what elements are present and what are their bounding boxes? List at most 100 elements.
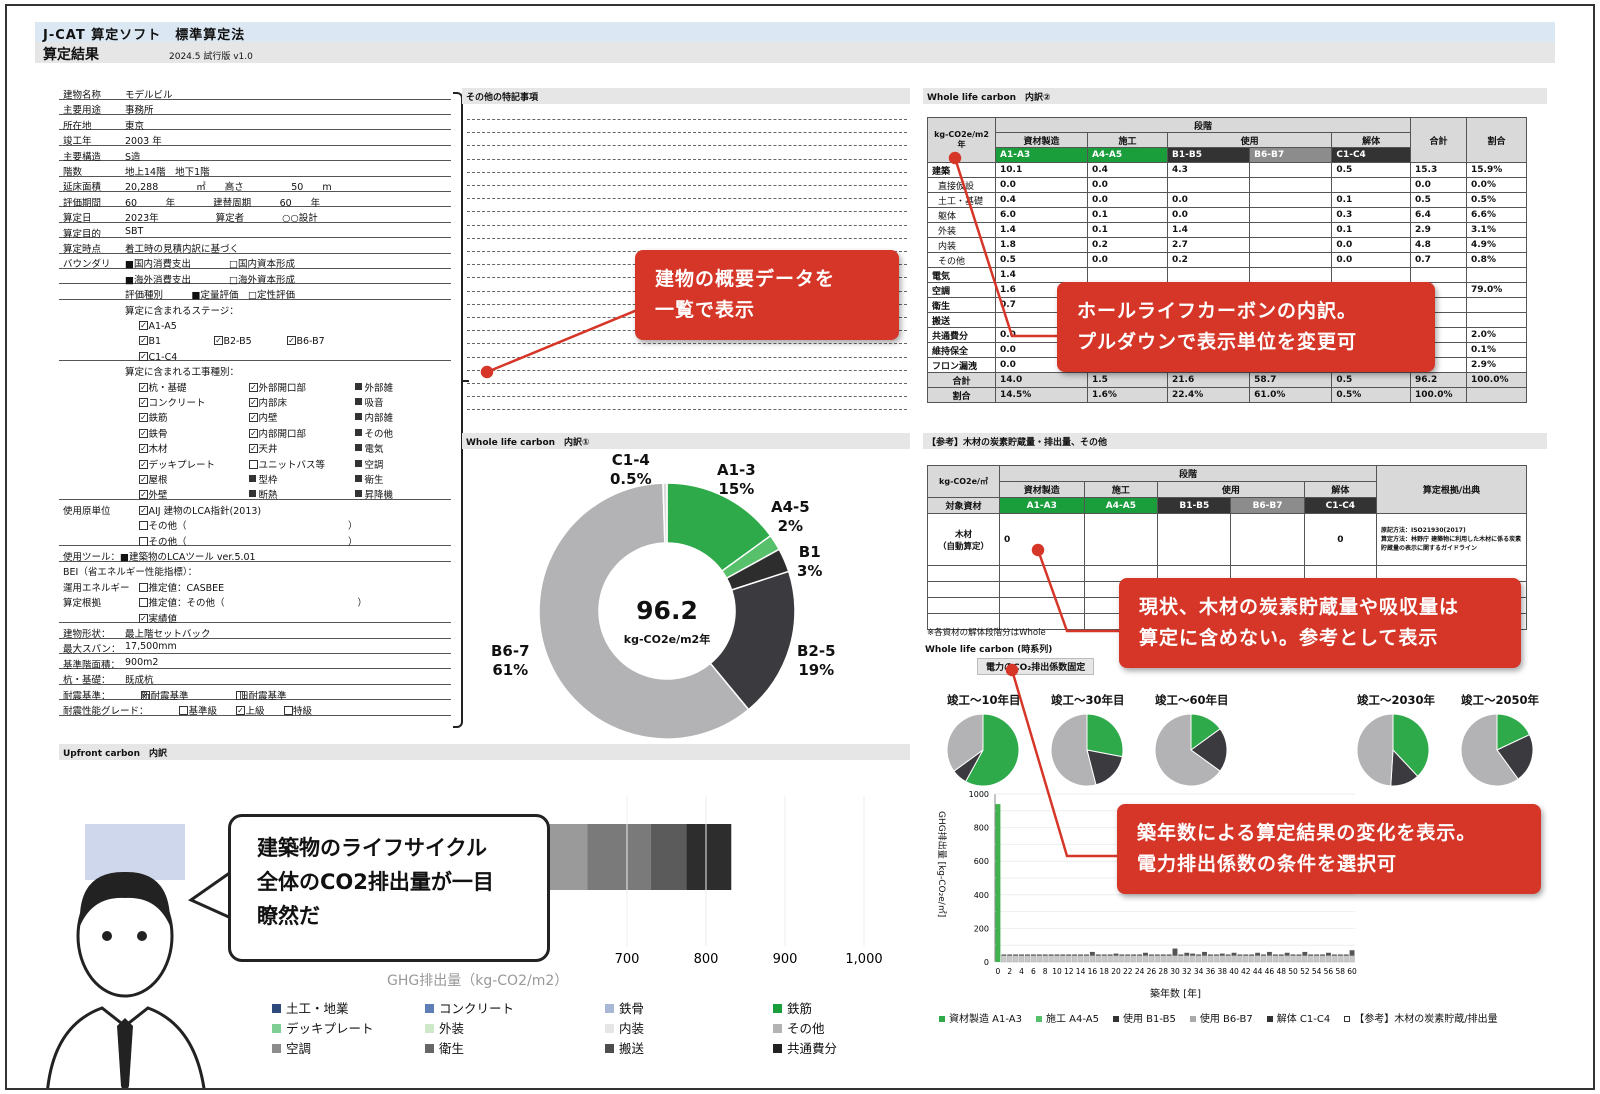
callout-timeseries-text: 築年数による算定結果の変化を表示。 電力排出係数の条件を選択可	[1137, 822, 1477, 875]
period-pie	[1460, 713, 1534, 787]
ts-bar-top	[1089, 951, 1095, 956]
note-line	[467, 132, 907, 134]
upfront-legend-item: 空調	[272, 1038, 311, 1057]
ts-bar	[1148, 955, 1154, 963]
info-row: 延床面積 20,288 ㎡ 高さ 50 m	[59, 176, 451, 193]
ts-bar-top	[1137, 954, 1143, 956]
table-cell	[1466, 267, 1527, 283]
ts-bar	[1284, 955, 1290, 963]
table-row: 木材 （自動算定） 0 0 原記方法：ISO21930(2017) 算定方法：林野庁 建築…	[927, 513, 1527, 566]
ts-bar	[1154, 955, 1160, 963]
upfront-legend-item: その他	[773, 1018, 825, 1037]
ref-header: 【参考】木材の炭素貯蔵量・排出量、その他	[923, 433, 1547, 449]
ts-bar	[1107, 955, 1113, 963]
table-cell: 0.4	[1086, 162, 1169, 178]
ts-xtick: 50	[1288, 967, 1298, 976]
ts-bar-top	[1036, 954, 1042, 956]
grade-check[interactable]: 基準級 ✓ 上級 特級	[179, 703, 312, 717]
ts-ylabel: GHG排出量 [kg-CO₂e/㎡]	[936, 811, 946, 918]
ts-bar-top	[1172, 948, 1178, 956]
table-cell: 0.3	[1331, 207, 1411, 223]
ts-bar	[1190, 955, 1196, 963]
table-cell: 0	[999, 513, 1085, 566]
ts-bar	[1113, 955, 1119, 963]
table-cell	[1249, 192, 1333, 208]
ts-bar	[1290, 955, 1296, 963]
table-cell: 0.0	[1086, 192, 1169, 208]
note-line	[467, 171, 907, 173]
ts-bar	[1072, 955, 1078, 963]
table-cell: 58.7	[1249, 372, 1333, 388]
info-row: 耐震性能グレード： 基準級 ✓ 上級 特級	[59, 700, 451, 717]
table-cell: 原記方法：ISO21930(2017) 算定方法：林野庁 建築物に利用した木材に係…	[1376, 513, 1527, 566]
table-cell	[1249, 177, 1333, 193]
note-line	[467, 198, 907, 200]
ts-xtick: 4	[1019, 967, 1024, 976]
table-cell: 0.0	[1410, 177, 1467, 193]
version-label: 2024.5 試行版 v1.0	[169, 52, 253, 62]
table-row: kg-CO2e/㎡ 段階 算定根拠/出典	[927, 465, 1527, 514]
info-row: ✓ 木材 ✓ 天井 電気	[59, 438, 451, 455]
ts-xlabel: 築年数 [年]	[1150, 989, 1201, 1000]
ts-bar	[1054, 955, 1060, 963]
table-cell: 0.0	[1086, 177, 1169, 193]
callout-wood: 現状、木材の炭素貯蔵量や吸収量は 算定に含めない。参考として表示	[1119, 578, 1521, 668]
ts-xtick: 0	[996, 967, 1001, 976]
ts-bar	[1331, 955, 1337, 963]
ts-bar	[1089, 955, 1095, 963]
table-cell: C1-C4	[1303, 497, 1378, 514]
ts-bar	[1178, 955, 1184, 963]
donut-label-b1: B1 3%	[797, 543, 823, 580]
ts-bar-top	[1190, 953, 1196, 956]
app-title: J-CAT 算定ソフト 標準算定法	[35, 22, 1555, 43]
table-cell: 2.9%	[1466, 357, 1527, 373]
upfront-legend-item: 鉄筋	[773, 998, 812, 1017]
table-cell: 木材 （自動算定）	[927, 513, 1000, 566]
ts-xtick: 12	[1064, 967, 1074, 976]
table-cell: 0.1	[1086, 222, 1169, 238]
co2-factor-select[interactable]: 電力のCO₂排出係数固定	[977, 658, 1095, 675]
table-cell: 0.5	[1331, 372, 1411, 388]
ts-bar-top	[1007, 954, 1013, 956]
ts-legend-item: 【参考】木材の炭素貯蔵/排出量	[1344, 1014, 1498, 1025]
table-cell: 対象資材	[927, 497, 1000, 514]
table-cell: B1-B5	[1166, 147, 1251, 163]
ts-bar	[1036, 955, 1042, 963]
ts-bar-top	[1095, 954, 1101, 956]
ts-bar	[1249, 955, 1255, 963]
table-cell	[1083, 513, 1159, 566]
ts-bar-top	[1278, 954, 1284, 956]
table-cell	[927, 597, 1000, 614]
ts-bar-top	[1072, 954, 1078, 956]
ts-xtick: 32	[1182, 967, 1192, 976]
ts-xtick: 42	[1241, 967, 1251, 976]
info-row: 算定根拠 推定値：その他（ ）	[59, 592, 451, 609]
donut-label-b2-5: B2-5 19%	[797, 642, 836, 679]
ts-bar-top	[1048, 954, 1054, 956]
ts-bar-top	[1125, 954, 1131, 956]
ts-bar-top	[1308, 954, 1314, 956]
table-cell: 0.7	[1410, 252, 1467, 268]
ts-bar	[1060, 955, 1066, 963]
ts-xtick: 60	[1347, 967, 1357, 976]
ts-ytick: 1000	[969, 790, 989, 799]
table-cell	[1230, 513, 1305, 566]
ts-bar	[1184, 955, 1190, 963]
ts-xtick: 24	[1135, 967, 1145, 976]
table-cell	[927, 565, 1000, 582]
ts-bar-top	[1219, 953, 1225, 956]
callout-overview: 建物の概要データを 一覧で表示	[635, 250, 899, 340]
ts-bar-top	[1060, 954, 1066, 956]
upfront-legend-item: 共通費分	[773, 1038, 837, 1057]
upfront-header: Upfront carbon 内訳	[59, 744, 910, 760]
table-cell: 建築	[927, 162, 996, 178]
info-row: 算定に含まれるステージ：	[59, 300, 451, 317]
table-cell: 資材製造	[999, 481, 1085, 498]
ts-xtick: 2	[1007, 967, 1012, 976]
info-row: 竣工年 2003 年	[59, 130, 451, 147]
ts-bar	[1213, 955, 1219, 963]
table-cell: 0.5	[1331, 162, 1411, 178]
ts-xtick: 18	[1099, 967, 1109, 976]
table-cell	[1249, 207, 1333, 223]
table-cell: 4.9%	[1466, 237, 1527, 253]
